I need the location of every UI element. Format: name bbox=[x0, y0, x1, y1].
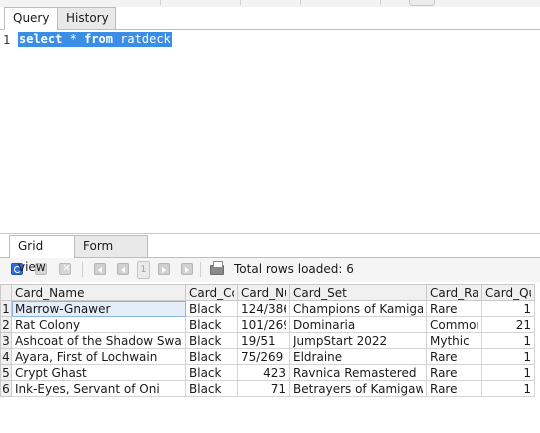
divider bbox=[200, 262, 201, 277]
grid-cell[interactable]: Crypt Ghast bbox=[11, 364, 186, 381]
keyword-select: select bbox=[19, 32, 63, 46]
grid-cell[interactable]: 21 bbox=[481, 316, 535, 333]
grid-cell[interactable]: Black bbox=[185, 364, 238, 381]
grid-cell[interactable]: Black bbox=[185, 380, 238, 397]
sql-editor[interactable]: 1 select * from ratdeck bbox=[0, 30, 540, 234]
table-row[interactable]: 4 Ayara, First of Lochwain Black 75/269 … bbox=[0, 348, 535, 365]
divider bbox=[300, 0, 301, 5]
grid-cell[interactable]: 1 bbox=[481, 380, 535, 397]
tab-query[interactable]: Query bbox=[4, 7, 58, 30]
column-header[interactable]: Card_Name bbox=[11, 284, 186, 301]
table-row[interactable]: 1 Marrow-Gnawer Black 124/386 Champions … bbox=[0, 300, 535, 317]
grid-cell[interactable]: 1 bbox=[481, 300, 535, 317]
grid-cell[interactable]: JumpStart 2022 bbox=[289, 332, 427, 349]
previous-page-icon[interactable] bbox=[117, 263, 129, 275]
grid-cell[interactable]: Dominaria bbox=[289, 316, 427, 333]
keyword-from: from bbox=[84, 32, 113, 46]
grid-cell[interactable]: 1 bbox=[481, 364, 535, 381]
column-header[interactable]: Card_Color bbox=[185, 284, 238, 301]
grid-cell[interactable]: Black bbox=[185, 300, 238, 317]
sql-statement[interactable]: select * from ratdeck bbox=[18, 32, 172, 47]
print-icon[interactable] bbox=[210, 261, 224, 275]
grid-cell[interactable]: Rare bbox=[426, 348, 482, 365]
tab-history[interactable]: History bbox=[57, 7, 116, 29]
grid-cell[interactable]: Black bbox=[185, 316, 238, 333]
results-toolbar: 1 Total rows loaded: 6 bbox=[0, 258, 540, 282]
table-row[interactable]: 2 Rat Colony Black 101/269 Dominaria Com… bbox=[0, 316, 535, 333]
grid-cell[interactable]: Rare bbox=[426, 380, 482, 397]
grid-cell[interactable]: 75/269 bbox=[237, 348, 290, 365]
results-tab-bar: Grid view Form view bbox=[0, 235, 540, 274]
row-number[interactable]: 3 bbox=[0, 332, 12, 349]
rollback-icon[interactable] bbox=[59, 261, 71, 275]
grid-cell[interactable]: Marrow-Gnawer bbox=[11, 300, 186, 317]
row-number[interactable]: 4 bbox=[0, 348, 12, 365]
grid-cell[interactable]: Eldraine bbox=[289, 348, 427, 365]
divider bbox=[82, 262, 83, 277]
grid-cell[interactable]: Ink-Eyes, Servant of Oni bbox=[11, 380, 186, 397]
table-row[interactable]: 6 Ink-Eyes, Servant of Oni Black 71 Betr… bbox=[0, 380, 535, 397]
grid-cell[interactable]: Betrayers of Kamigawa bbox=[289, 380, 427, 397]
grid-cell[interactable]: Black bbox=[185, 348, 238, 365]
editor-tab-bar: Query History bbox=[0, 7, 540, 30]
table-row[interactable]: 5 Crypt Ghast Black 423 Ravnica Remaster… bbox=[0, 364, 535, 381]
grid-cell[interactable]: Ayara, First of Lochwain bbox=[11, 348, 186, 365]
page-number[interactable]: 1 bbox=[137, 261, 150, 279]
grid-cell[interactable]: 19/51 bbox=[237, 332, 290, 349]
divider bbox=[160, 0, 161, 5]
tab-form-view[interactable]: Form view bbox=[74, 235, 148, 274]
next-page-icon[interactable] bbox=[158, 263, 170, 275]
grid-cell[interactable]: Rare bbox=[426, 364, 482, 381]
row-number[interactable]: 2 bbox=[0, 316, 12, 333]
grid-cell[interactable]: Common bbox=[426, 316, 482, 333]
rows-loaded-status: Total rows loaded: 6 bbox=[234, 262, 354, 276]
divider bbox=[380, 0, 381, 5]
row-number[interactable]: 5 bbox=[0, 364, 12, 381]
grid-cell[interactable]: 101/269 bbox=[237, 316, 290, 333]
header-row: Card_Name Card_Color Card_Number Card_Se… bbox=[0, 284, 535, 301]
table-row[interactable]: 3 Ashcoat of the Shadow Swarm Black 19/5… bbox=[0, 332, 535, 349]
grid-cell[interactable]: 1 bbox=[481, 332, 535, 349]
row-number[interactable]: 6 bbox=[0, 380, 12, 397]
first-page-icon[interactable] bbox=[94, 263, 106, 275]
wildcard: * bbox=[69, 32, 77, 46]
grid-cell[interactable]: Black bbox=[185, 332, 238, 349]
table-name: ratdeck bbox=[120, 32, 171, 46]
last-page-icon[interactable] bbox=[181, 263, 193, 275]
grid-cell[interactable]: Ashcoat of the Shadow Swarm bbox=[11, 332, 186, 349]
grid-cell[interactable]: Rat Colony bbox=[11, 316, 186, 333]
top-strip bbox=[0, 0, 540, 7]
grid-cell[interactable]: Champions of Kamigawa bbox=[289, 300, 427, 317]
column-header[interactable]: Card_Rarity bbox=[426, 284, 482, 301]
column-header[interactable]: Card_Set bbox=[289, 284, 427, 301]
row-number[interactable]: 1 bbox=[0, 300, 12, 317]
grid-cell[interactable]: Mythic bbox=[426, 332, 482, 349]
results-grid: Card_Name Card_Color Card_Number Card_Se… bbox=[0, 284, 535, 397]
grid-cell[interactable]: Ravnica Remastered bbox=[289, 364, 427, 381]
grid-cell[interactable]: 124/386 bbox=[237, 300, 290, 317]
grid-cell[interactable]: Rare bbox=[426, 300, 482, 317]
corner-cell[interactable] bbox=[0, 284, 12, 301]
grid-cell[interactable]: 71 bbox=[237, 380, 290, 397]
column-header[interactable]: Card_Number bbox=[237, 284, 290, 301]
column-header[interactable]: Card_Quantity bbox=[481, 284, 535, 301]
grid-cell[interactable]: 423 bbox=[237, 364, 290, 381]
divider bbox=[240, 0, 241, 5]
tab-grid-view[interactable]: Grid view bbox=[9, 235, 75, 274]
line-number: 1 bbox=[3, 33, 11, 47]
grid-cell[interactable]: 1 bbox=[481, 348, 535, 365]
toolbar-handle[interactable] bbox=[409, 0, 435, 6]
